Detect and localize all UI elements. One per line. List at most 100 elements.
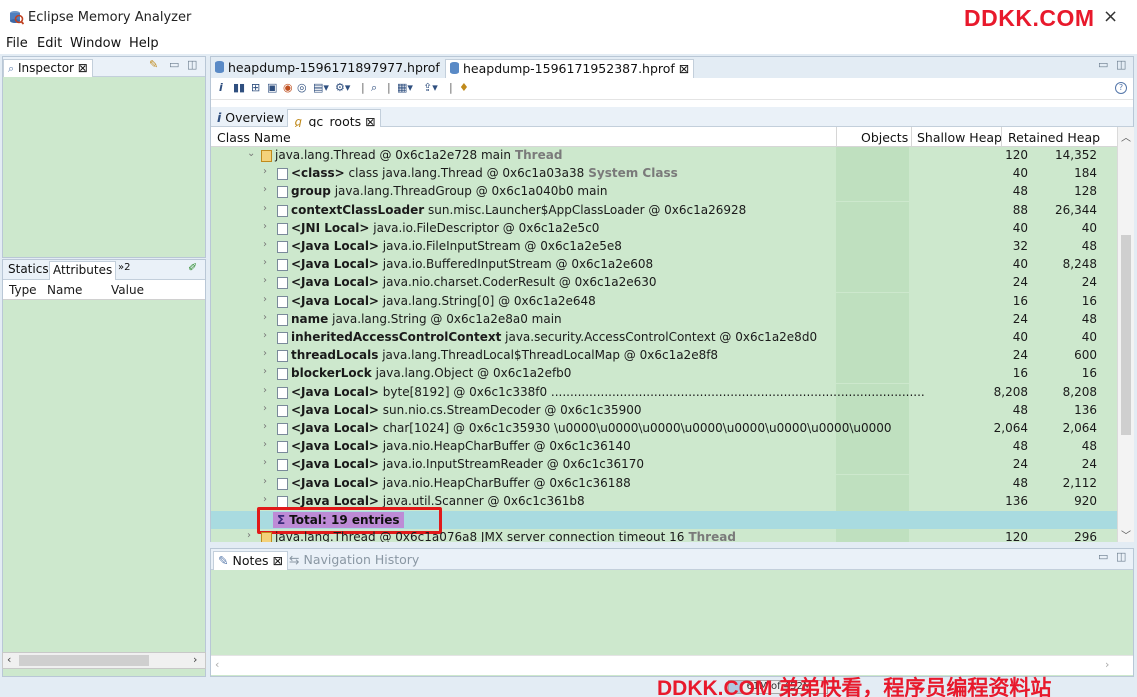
expand-chevron-icon[interactable]: › bbox=[263, 385, 267, 396]
reports-icon[interactable]: ▤▾ bbox=[313, 81, 329, 94]
expand-chevron-icon[interactable]: › bbox=[263, 221, 267, 232]
scroll-thumb[interactable] bbox=[1121, 235, 1131, 435]
expand-chevron-icon[interactable]: › bbox=[263, 457, 267, 468]
column-value[interactable]: Value bbox=[111, 283, 144, 297]
close-icon[interactable]: × bbox=[1103, 6, 1118, 27]
expand-chevron-icon[interactable]: › bbox=[263, 403, 267, 414]
expand-chevron-icon[interactable]: › bbox=[263, 366, 267, 377]
tab-overflow[interactable]: »2 bbox=[115, 261, 133, 280]
table-row[interactable]: › <Java Local> java.io.FileInputStream @ … bbox=[211, 238, 1117, 256]
scroll-down-icon[interactable]: ﹀ bbox=[1121, 527, 1131, 542]
expand-chevron-icon[interactable]: › bbox=[263, 348, 267, 359]
watermark-bottom: DDKK.COM 弟弟快看，程序员编程资料站 bbox=[657, 677, 1052, 697]
menu-window[interactable]: Window bbox=[70, 36, 121, 51]
group-icon[interactable]: ♦ bbox=[459, 81, 469, 94]
menu-edit[interactable]: Edit bbox=[37, 36, 62, 51]
tab-notes[interactable]: ✎ Notes ⊠ bbox=[213, 551, 289, 570]
expand-chevron-icon[interactable]: › bbox=[263, 439, 267, 450]
table-row[interactable]: › blockerLock java.lang.Object @ 0x6c1a2e… bbox=[211, 365, 1117, 384]
calculate-retained-icon[interactable]: ▦▾ bbox=[397, 81, 413, 94]
column-objects[interactable]: Objects bbox=[861, 130, 908, 145]
table-row[interactable]: › <Java Local> java.nio.HeapCharBuffer @ … bbox=[211, 438, 1117, 457]
info-icon[interactable]: i bbox=[219, 81, 223, 94]
maximize-icon[interactable]: ◫ bbox=[1116, 550, 1126, 563]
column-retained-heap[interactable]: Retained Heap bbox=[1008, 130, 1100, 145]
minimize-icon[interactable]: ▭ bbox=[169, 58, 179, 71]
table-row[interactable]: › <Java Local> java.nio.HeapCharBuffer @ … bbox=[211, 474, 1117, 493]
table-row[interactable]: › <Java Local> java.lang.String[0] @ 0x6c… bbox=[211, 292, 1117, 311]
duplicate-classes-icon[interactable]: ◎ bbox=[297, 81, 307, 94]
attributes-hscrollbar[interactable]: ‹ › bbox=[2, 652, 206, 669]
expand-chevron-icon[interactable]: › bbox=[263, 494, 267, 505]
column-class-name[interactable]: Class Name bbox=[217, 130, 291, 145]
expand-chevron-icon[interactable]: › bbox=[263, 476, 267, 487]
menu-help[interactable]: Help bbox=[129, 36, 159, 51]
table-row[interactable]: › <Java Local> java.nio.charset.CoderResu… bbox=[211, 274, 1117, 293]
table-row[interactable]: › <Java Local> byte[8192] @ 0x6c1c338f0 .… bbox=[211, 383, 1117, 402]
expand-chevron-icon[interactable]: › bbox=[263, 330, 267, 341]
expand-chevron-icon[interactable]: › bbox=[263, 203, 267, 214]
expand-chevron-icon[interactable]: ⌄ bbox=[247, 148, 255, 159]
tab-navigation-history[interactable]: ⇆ Navigation History bbox=[285, 551, 423, 570]
column-type[interactable]: Type bbox=[9, 283, 37, 297]
navigation-icon: ⇆ bbox=[289, 552, 300, 567]
table-vscrollbar[interactable]: ︿ ﹀ bbox=[1117, 127, 1134, 542]
expand-chevron-icon[interactable]: › bbox=[263, 184, 267, 195]
table-row[interactable]: › <class> class java.lang.Thread @ 0x6c1a… bbox=[211, 165, 1117, 184]
expand-chevron-icon[interactable]: › bbox=[263, 275, 267, 286]
maximize-icon[interactable]: ◫ bbox=[1116, 58, 1126, 71]
table-row[interactable]: › <Java Local> java.io.InputStreamReader … bbox=[211, 456, 1117, 475]
tab-heapdump-2[interactable]: heapdump-1596171952387.hprof ⊠ bbox=[445, 59, 695, 78]
column-shallow-heap[interactable]: Shallow Heap bbox=[917, 130, 1002, 145]
maximize-icon[interactable]: ◫ bbox=[187, 58, 197, 71]
tab-overview[interactable]: i Overview bbox=[213, 109, 288, 127]
top-consumers-icon[interactable]: ◉ bbox=[283, 81, 293, 94]
table-row[interactable]: › inheritedAccessControlContext java.secu… bbox=[211, 329, 1117, 347]
help-icon[interactable]: ? bbox=[1115, 82, 1127, 94]
dominator-tree-icon[interactable]: ⊞ bbox=[251, 81, 260, 94]
pin-icon[interactable]: ✐ bbox=[188, 261, 197, 274]
table-row[interactable]: ⌄ java.lang.Thread @ 0x6c1a2e728 main Thre… bbox=[211, 147, 1117, 165]
expand-chevron-icon[interactable]: › bbox=[263, 421, 267, 432]
search-icon: ⌕ bbox=[8, 62, 15, 75]
scroll-up-icon[interactable]: ︿ bbox=[1121, 129, 1131, 144]
tab-gc-roots[interactable]: ℊ gc_roots ⊠ bbox=[287, 109, 381, 129]
tab-heapdump-1[interactable]: heapdump-1596171897977.hprof bbox=[211, 59, 444, 78]
scroll-right-icon[interactable]: › bbox=[193, 653, 197, 666]
find-object-icon[interactable]: ⌕ bbox=[371, 81, 377, 95]
column-name[interactable]: Name bbox=[47, 283, 82, 297]
expand-chevron-icon[interactable]: › bbox=[263, 294, 267, 305]
object-icon bbox=[277, 459, 288, 472]
oql-icon[interactable]: ▣ bbox=[267, 81, 277, 94]
table-row[interactable]: › threadLocals java.lang.ThreadLocal$Thre… bbox=[211, 347, 1117, 366]
expand-chevron-icon[interactable]: › bbox=[263, 257, 267, 268]
tab-statics[interactable]: Statics bbox=[5, 261, 52, 280]
scroll-right-icon[interactable]: › bbox=[1105, 658, 1109, 671]
expand-chevron-icon[interactable]: › bbox=[263, 312, 267, 323]
table-row[interactable]: › java.lang.Thread @ 0x6c1a076a8 JMX serv… bbox=[211, 529, 1117, 542]
table-row[interactable]: › <Java Local> java.io.BufferedInputStrea… bbox=[211, 256, 1117, 275]
scroll-left-icon[interactable]: ‹ bbox=[7, 653, 11, 666]
table-row[interactable]: › group java.lang.ThreadGroup @ 0x6c1a040… bbox=[211, 183, 1117, 202]
table-row[interactable]: › <Java Local> sun.nio.cs.StreamDecoder @… bbox=[211, 401, 1117, 420]
table-row[interactable]: › name java.lang.String @ 0x6c1a2e8a0 mai… bbox=[211, 310, 1117, 329]
expand-chevron-icon[interactable]: › bbox=[263, 166, 267, 177]
histogram-icon[interactable]: ▮▮ bbox=[233, 81, 245, 94]
field-name: <Java Local> bbox=[291, 384, 379, 399]
query-browser-icon[interactable]: ⚙▾ bbox=[335, 81, 350, 94]
table-row[interactable]: › <Java Local> char[1024] @ 0x6c1c35930 \… bbox=[211, 420, 1117, 438]
scroll-left-icon[interactable]: ‹ bbox=[215, 658, 219, 671]
expand-chevron-icon[interactable]: › bbox=[247, 530, 251, 541]
pin-icon[interactable]: ✎ bbox=[149, 58, 158, 71]
export-icon[interactable]: ⇪▾ bbox=[423, 81, 438, 94]
table-row[interactable]: › <JNI Local> java.io.FileDescriptor @ 0x… bbox=[211, 219, 1117, 238]
minimize-icon[interactable]: ▭ bbox=[1098, 550, 1108, 563]
total-row[interactable]: Σ Total: 19 entries bbox=[211, 507, 1117, 534]
menu-file[interactable]: File bbox=[6, 36, 28, 51]
scroll-thumb[interactable] bbox=[19, 655, 149, 666]
table-row[interactable]: › contextClassLoader sun.misc.Launcher$Ap… bbox=[211, 201, 1117, 220]
tab-attributes[interactable]: Attributes bbox=[49, 261, 117, 280]
tab-inspector[interactable]: ⌕ Inspector ⊠ bbox=[3, 59, 93, 77]
expand-chevron-icon[interactable]: › bbox=[263, 239, 267, 250]
minimize-icon[interactable]: ▭ bbox=[1098, 58, 1108, 71]
